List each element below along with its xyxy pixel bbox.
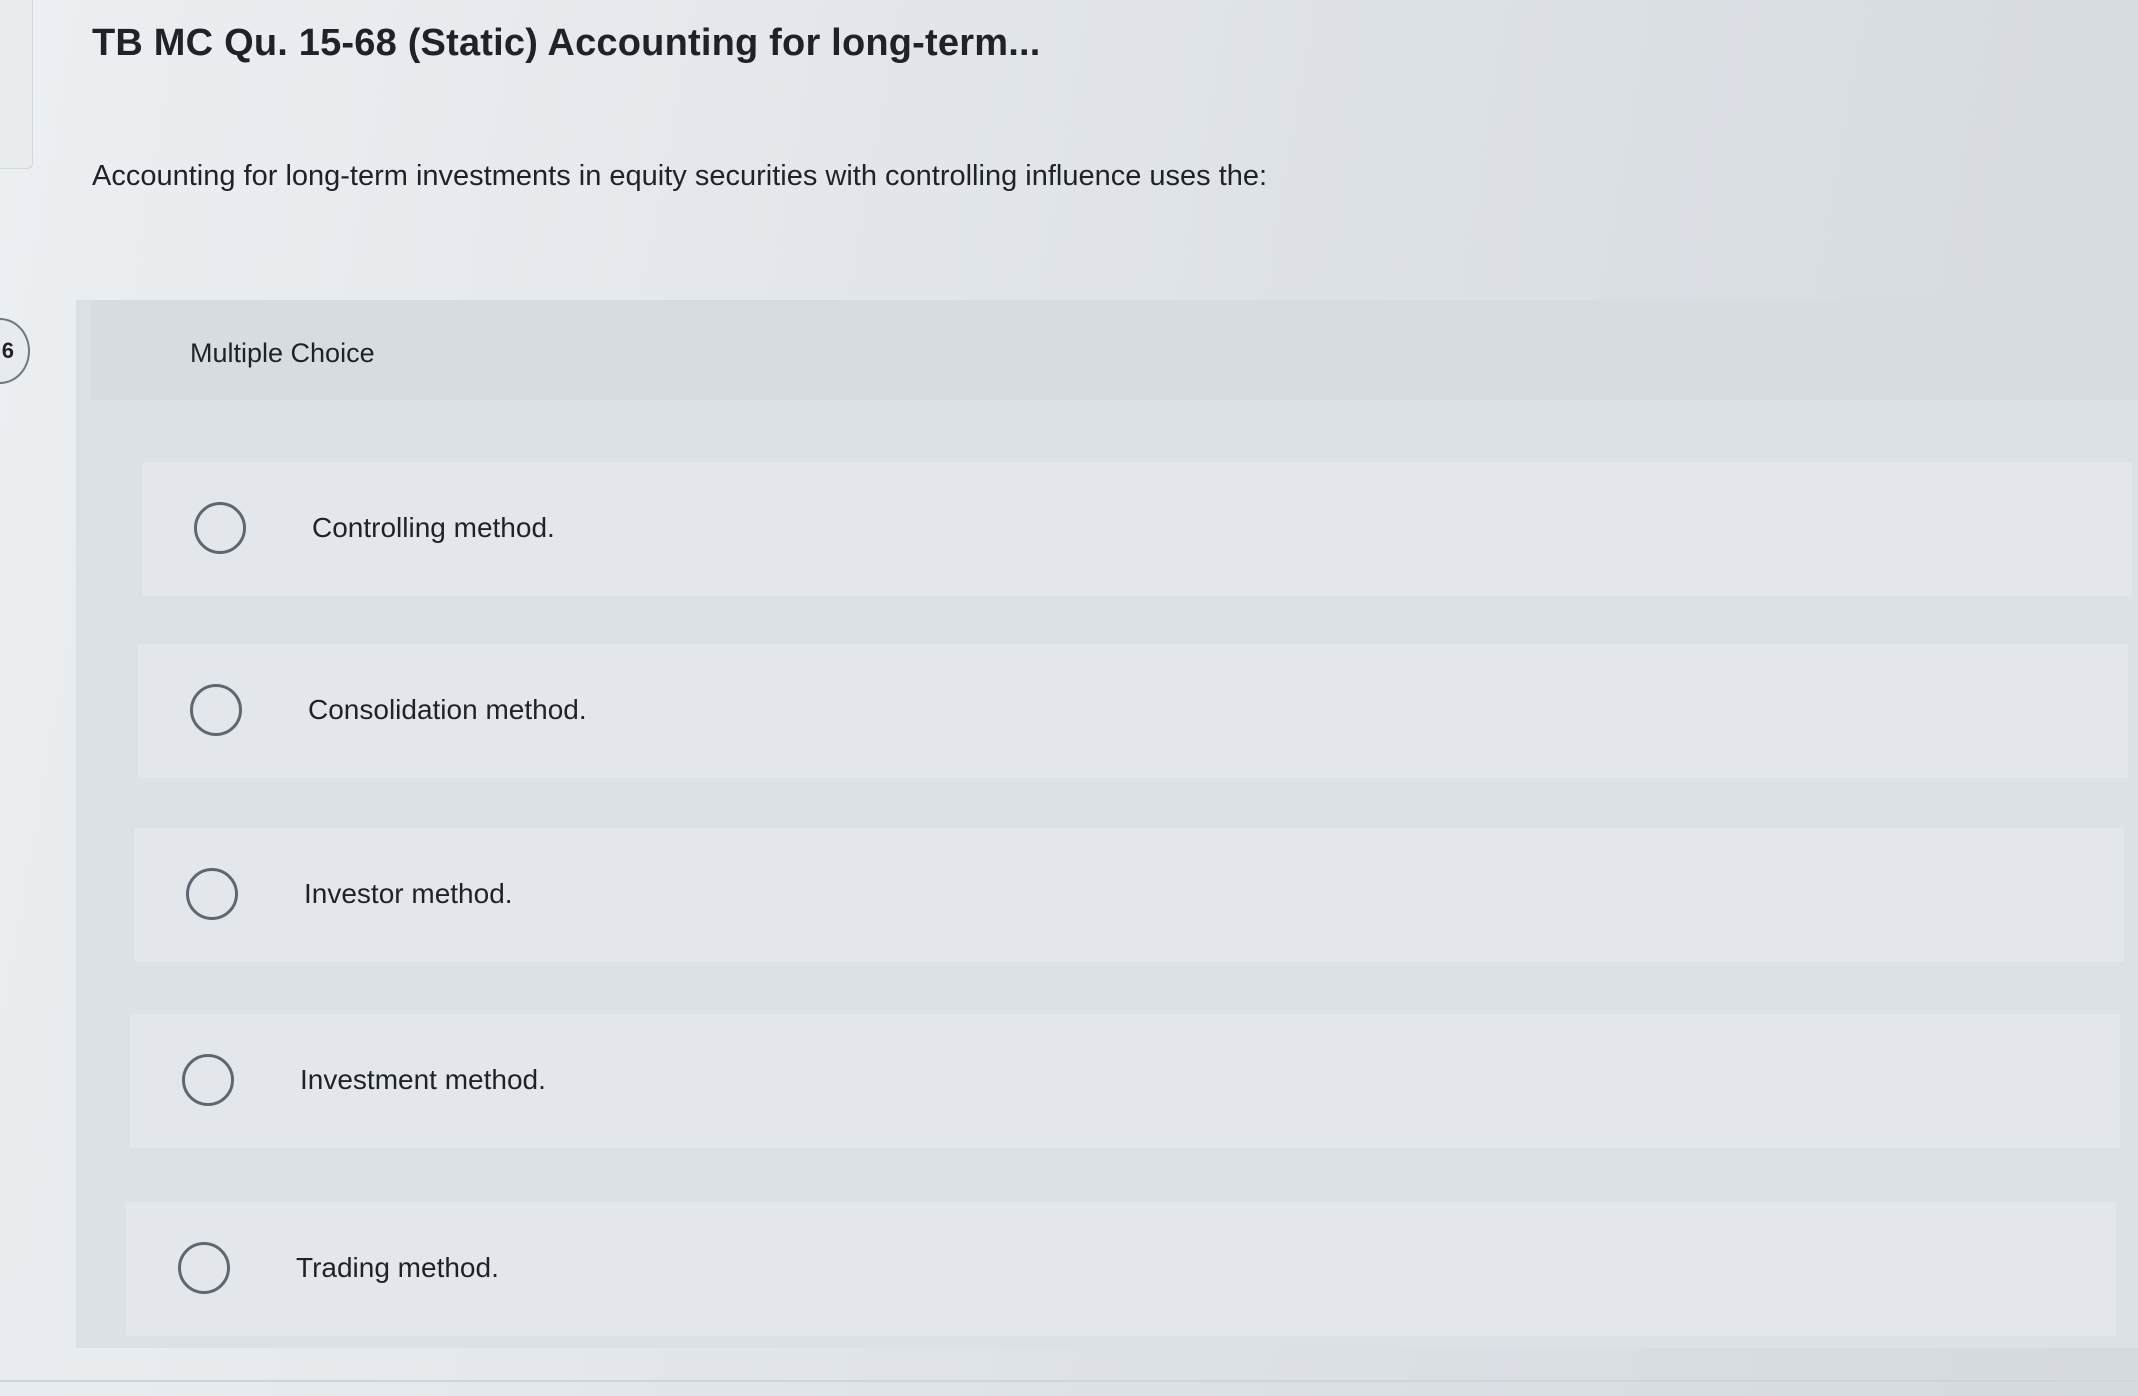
radio-button[interactable] <box>186 868 238 920</box>
choice-option-3[interactable]: Investor method. <box>134 828 2124 962</box>
choice-option-2[interactable]: Consolidation method. <box>138 644 2128 778</box>
question-title: TB MC Qu. 15-68 (Static) Accounting for … <box>92 22 1041 64</box>
choice-option-1[interactable]: Controlling method. <box>142 462 2132 596</box>
question-prompt: Accounting for long-term investments in … <box>92 160 1268 192</box>
radio-button[interactable] <box>194 502 246 554</box>
bottom-divider <box>0 1380 2138 1382</box>
left-nav-panel <box>0 0 33 169</box>
choice-option-4[interactable]: Investment method. <box>130 1014 2120 1148</box>
choice-label: Trading method. <box>296 1252 499 1283</box>
multiple-choice-label: Multiple Choice <box>190 338 375 368</box>
radio-button[interactable] <box>182 1054 234 1106</box>
radio-button[interactable] <box>190 684 242 736</box>
choice-option-5[interactable]: Trading method. <box>126 1202 2116 1336</box>
choice-label: Investment method. <box>300 1064 546 1095</box>
choice-label: Controlling method. <box>312 512 555 543</box>
choice-label: Investor method. <box>304 878 513 909</box>
choice-label: Consolidation method. <box>308 694 587 725</box>
radio-button[interactable] <box>178 1242 230 1294</box>
multiple-choice-header: Multiple Choice <box>90 300 2138 400</box>
question-number: 6 <box>1 338 14 363</box>
multiple-choice-panel: Multiple Choice Controlling method. Cons… <box>76 300 2138 1348</box>
question-number-badge[interactable]: 6 <box>0 318 30 384</box>
